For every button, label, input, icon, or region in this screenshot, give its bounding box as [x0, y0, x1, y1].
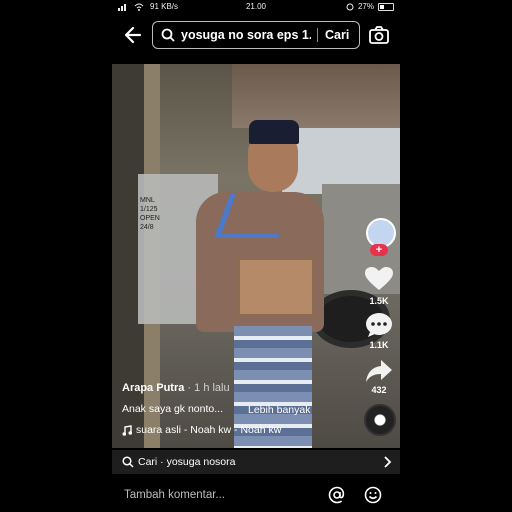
comment-icon[interactable] [364, 312, 394, 338]
music-line[interactable]: suara asli - Noah kw - Noah kw [122, 424, 281, 436]
camera-icon[interactable] [368, 25, 390, 45]
status-right: 27% [346, 2, 394, 11]
video-subject-cap [249, 120, 299, 144]
music-title: suara asli - Noah kw - Noah kw [136, 424, 282, 436]
author-name[interactable]: Arapa Putra [122, 382, 184, 394]
back-arrow-icon[interactable] [122, 24, 144, 46]
search-divider [317, 28, 318, 42]
share-count: 432 [371, 385, 387, 395]
search-input[interactable]: yosuga no sora eps 1... Cari [152, 21, 360, 49]
comment-input[interactable]: Tambah komentar... [124, 489, 225, 501]
video-scene-awning [232, 64, 400, 128]
author-line[interactable]: Arapa Putra · 1 h lalu [122, 382, 230, 394]
battery-percent: 27% [357, 2, 374, 11]
post-time: · 1 h lalu [187, 382, 230, 394]
search-icon [122, 456, 134, 468]
search-icon [161, 28, 175, 42]
share-icon[interactable] [364, 358, 394, 384]
video-subject-box [238, 258, 314, 316]
video-scene-sign: MNL 1/125 OPEN 24/8 [140, 197, 160, 231]
search-button[interactable]: Cari [325, 28, 349, 42]
search-header: yosuga no sora eps 1... Cari [112, 18, 400, 52]
comment-count: 1.1K [369, 340, 389, 350]
music-disc-icon[interactable] [364, 404, 396, 436]
search-query: yosuga no sora eps 1... [181, 28, 311, 42]
heart-icon[interactable] [364, 266, 394, 292]
see-more-link[interactable]: Lebih banyak [248, 404, 310, 416]
related-search-text: Cari · yosuga nosora [138, 456, 236, 468]
music-note-icon [122, 424, 132, 436]
chevron-right-icon [384, 456, 392, 468]
mention-icon[interactable] [328, 486, 346, 504]
follow-button[interactable]: + [370, 244, 388, 256]
alarm-icon [346, 3, 354, 10]
status-bar: 91 KB/s 21.00 27% [112, 0, 400, 14]
caption-text: Anak saya gk nonto... [122, 403, 223, 415]
battery-icon [378, 2, 394, 11]
comment-bar: Tambah komentar... [112, 476, 400, 512]
emoji-icon[interactable] [364, 486, 382, 504]
like-count: 1.5K [369, 296, 389, 306]
related-search-bar[interactable]: Cari · yosuga nosora [112, 450, 400, 474]
